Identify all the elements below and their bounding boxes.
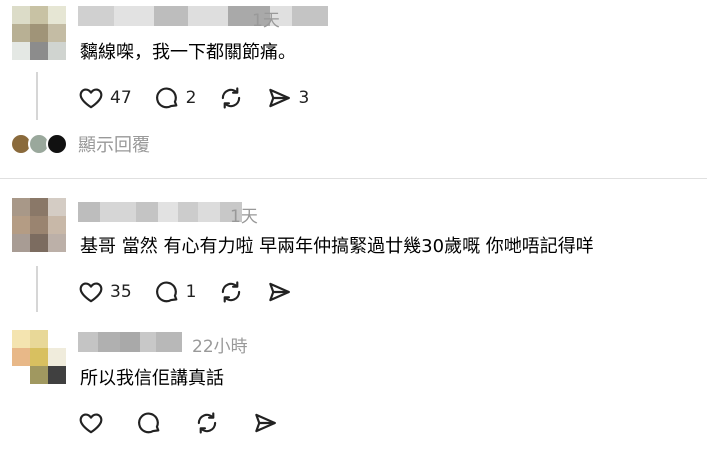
comment-text: 黐線㗎，我一下都關節痛。	[80, 42, 296, 63]
reply-button[interactable]	[136, 410, 162, 436]
timestamp: 1天	[252, 11, 280, 31]
reply-avatar	[46, 133, 68, 155]
reply-avatars	[10, 131, 72, 157]
repost-arrows-icon	[222, 281, 241, 303]
show-replies-link[interactable]: 顯示回覆	[78, 131, 150, 157]
show-replies-row[interactable]: 顯示回覆	[10, 130, 150, 158]
action-bar	[78, 409, 300, 437]
username-blurred[interactable]	[78, 6, 328, 26]
reply-count: 2	[185, 88, 197, 108]
heart-icon	[79, 282, 103, 303]
reply-button[interactable]: 1	[154, 279, 197, 305]
timestamp: 22小時	[192, 337, 248, 357]
comment-bubble-icon	[155, 281, 178, 303]
repost-button[interactable]	[194, 410, 220, 436]
like-count: 35	[110, 282, 132, 302]
comment-text: 基哥 當然 有心有力啦 早兩年仲搞緊過廿幾30歲嘅 你哋唔記得咩	[80, 236, 594, 257]
username-blurred[interactable]	[78, 202, 242, 222]
reply-button[interactable]: 2	[154, 85, 197, 111]
avatar[interactable]	[12, 330, 66, 384]
action-bar: 35 1	[78, 278, 314, 306]
share-button[interactable]	[252, 410, 278, 436]
repost-arrows-icon	[197, 412, 217, 434]
like-button[interactable]	[78, 410, 104, 436]
thread-line	[36, 266, 38, 312]
send-paper-plane-icon	[269, 282, 291, 302]
send-paper-plane-icon	[255, 413, 276, 433]
repost-arrows-icon	[222, 87, 241, 109]
username-blurred[interactable]	[78, 332, 182, 352]
like-button[interactable]: 35	[78, 279, 132, 305]
action-bar: 47 2 3	[78, 84, 331, 112]
reply-count: 1	[185, 282, 197, 302]
share-button[interactable]	[266, 279, 292, 305]
repost-button[interactable]	[218, 279, 244, 305]
share-count: 3	[298, 88, 310, 108]
timestamp: 1天	[230, 207, 258, 227]
send-paper-plane-icon	[269, 88, 291, 108]
comment-text: 所以我信佢講真話	[80, 368, 224, 389]
repost-button[interactable]	[218, 85, 244, 111]
heart-icon	[79, 88, 103, 109]
comment-bubble-icon	[155, 87, 178, 109]
share-button[interactable]: 3	[266, 85, 309, 111]
like-button[interactable]: 47	[78, 85, 132, 111]
heart-icon	[79, 413, 103, 434]
avatar[interactable]	[12, 198, 66, 252]
divider	[0, 178, 707, 179]
thread-line	[36, 72, 38, 120]
avatar[interactable]	[12, 6, 66, 60]
comment-bubble-icon	[138, 412, 160, 434]
like-count: 47	[110, 88, 132, 108]
